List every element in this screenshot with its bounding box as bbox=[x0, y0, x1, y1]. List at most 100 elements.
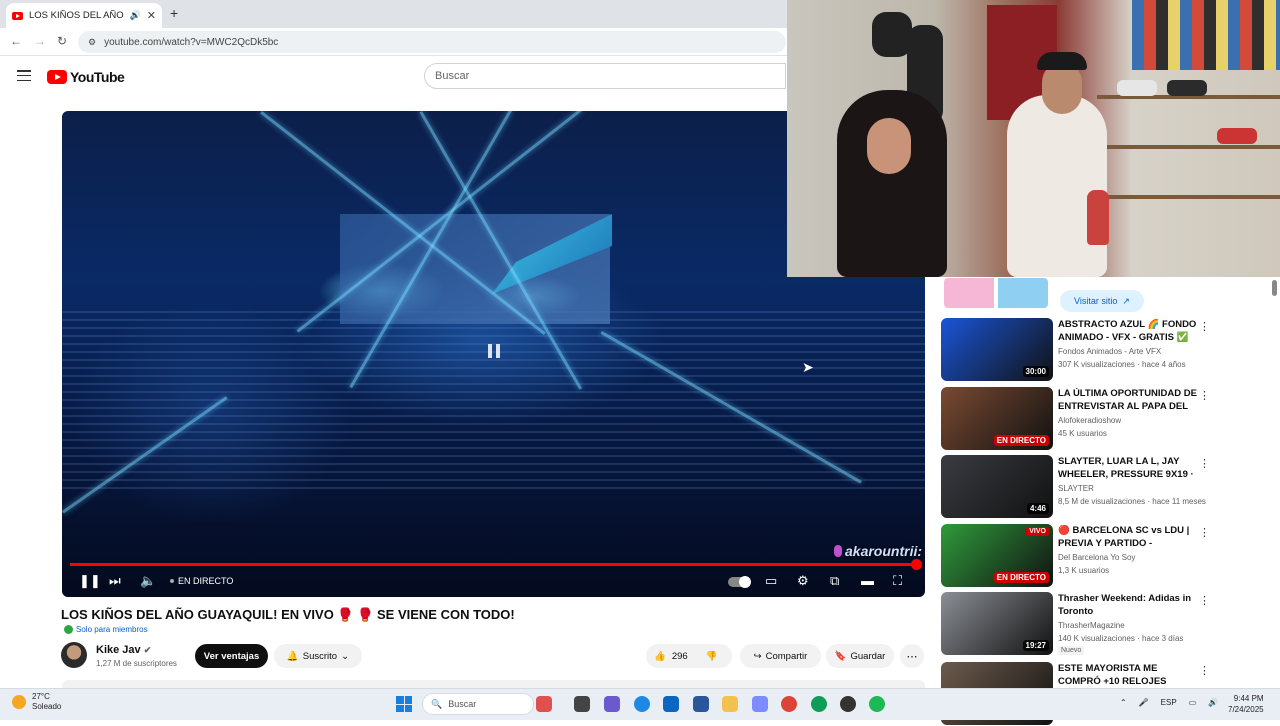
recommendation-title[interactable]: ABSTRACTO AZUL 🌈 FONDO ANIMADO - VFX - G… bbox=[1058, 319, 1198, 345]
recommendation-item[interactable]: EN DIRECTO VIVO 🔴 BARCELONA SC vs LDU | PR… bbox=[941, 524, 1251, 588]
recommendation-channel[interactable]: Fondos Animados - Arte VFX bbox=[1058, 347, 1161, 356]
recommendation-thumbnail[interactable]: 4:46 bbox=[941, 455, 1053, 518]
live-indicator[interactable]: EN DIRECTO bbox=[170, 576, 233, 586]
recommendation-thumbnail[interactable]: 19:27 bbox=[941, 592, 1053, 655]
center-pause-icon[interactable] bbox=[488, 344, 504, 358]
taskbar-search[interactable]: 🔍 Buscar bbox=[422, 693, 534, 715]
language-indicator[interactable]: ESP bbox=[1161, 698, 1177, 707]
system-tray: ⌃ 🎤 ESP ▭ 🔊 bbox=[1120, 698, 1218, 707]
channel-name[interactable]: Kike Jav ✔ bbox=[96, 644, 151, 656]
back-icon[interactable]: ← bbox=[10, 34, 22, 48]
like-icon[interactable]: 👍 bbox=[654, 651, 666, 662]
sidebar-scrollbar[interactable] bbox=[1272, 278, 1278, 688]
taskbar-clock[interactable]: 9:44 PM 7/24/2025 bbox=[1228, 693, 1264, 715]
recommendation-thumbnail[interactable]: EN DIRECTO VIVO bbox=[941, 524, 1053, 587]
duration-badge: 30:00 bbox=[1022, 366, 1049, 377]
red-bottle bbox=[1087, 190, 1109, 245]
app-icon[interactable] bbox=[752, 696, 768, 712]
url-field[interactable]: ⚙ youtube.com/watch?v=MWC2QcDk5bc bbox=[78, 31, 786, 53]
new-tab-icon[interactable]: + bbox=[170, 5, 178, 21]
recommendation-thumbnail[interactable]: 30:00 bbox=[941, 318, 1053, 381]
more-options-icon[interactable]: ⋮ bbox=[1199, 526, 1210, 539]
copilot-icon[interactable] bbox=[604, 696, 620, 712]
recommendation-title[interactable]: ESTE MAYORISTA ME COMPRÓ +10 RELOJES bbox=[1058, 663, 1198, 688]
recommendation-channel[interactable]: ThrasherMagazine bbox=[1058, 621, 1125, 630]
recommendation-item[interactable]: 30:00 ABSTRACTO AZUL 🌈 FONDO ANIMADO - VF… bbox=[941, 318, 1251, 382]
store-icon[interactable] bbox=[693, 696, 709, 712]
subscribed-button[interactable]: 🔔 Suscrito ⌄ bbox=[274, 644, 362, 668]
recommendation-title[interactable]: 🔴 BARCELONA SC vs LDU | PREVIA Y PARTIDO… bbox=[1058, 525, 1198, 551]
close-tab-icon[interactable]: ✕ bbox=[147, 9, 156, 22]
site-info-icon[interactable]: ⚙ bbox=[88, 37, 96, 48]
ad-thumbnail[interactable] bbox=[944, 278, 1048, 308]
forward-icon[interactable]: → bbox=[34, 34, 46, 48]
channel-avatar[interactable] bbox=[61, 642, 87, 668]
external-link-icon: ↗ bbox=[1122, 295, 1130, 306]
scrollbar-thumb[interactable] bbox=[1272, 280, 1277, 296]
settings-gear-icon[interactable]: ⚙ bbox=[797, 573, 809, 589]
like-count[interactable]: 296 bbox=[672, 651, 688, 662]
mic-tray-icon[interactable]: 🎤 bbox=[1139, 698, 1149, 707]
description-box[interactable] bbox=[62, 680, 925, 688]
chrome-profile-icon[interactable] bbox=[811, 696, 827, 712]
more-options-icon[interactable]: ⋮ bbox=[1199, 664, 1210, 677]
recommendation-channel[interactable]: Del Barcelona Yo Soy bbox=[1058, 553, 1135, 562]
visit-site-button[interactable]: Visitar sitio ↗ bbox=[1060, 290, 1144, 312]
recommendation-title[interactable]: Thrasher Weekend: Adidas in Toronto bbox=[1058, 593, 1198, 618]
windows-start-icon[interactable] bbox=[396, 696, 412, 712]
shoe-shelf bbox=[1097, 195, 1280, 199]
recommendation-item[interactable]: 19:27 Thrasher Weekend: Adidas in Toronto… bbox=[941, 592, 1251, 656]
network-icon[interactable]: ▭ bbox=[1189, 698, 1197, 707]
recommendation-meta: 307 K visualizaciones · hace 4 años bbox=[1058, 360, 1186, 369]
dislike-icon[interactable]: 👎 bbox=[706, 651, 718, 662]
recommendation-channel[interactable]: Alofokeradioshow bbox=[1058, 416, 1121, 425]
edge-icon[interactable] bbox=[634, 696, 650, 712]
widgets-icon[interactable] bbox=[536, 696, 552, 712]
share-icon: ↪ bbox=[753, 650, 762, 662]
weather-widget[interactable]: 27°C Soleado bbox=[12, 692, 61, 712]
chevron-up-icon[interactable]: ⌃ bbox=[1120, 698, 1127, 707]
stage-screen bbox=[340, 214, 610, 324]
fullscreen-icon[interactable]: ⛶ bbox=[893, 573, 902, 589]
more-options-icon[interactable]: ⋮ bbox=[1199, 457, 1210, 470]
temperature: 27°C bbox=[32, 692, 50, 701]
volume-icon[interactable]: 🔈 bbox=[140, 573, 156, 589]
miniplayer-icon[interactable]: ⧉ bbox=[830, 573, 839, 589]
youtube-logo[interactable]: YouTube bbox=[47, 69, 125, 85]
recommendation-channel[interactable]: SLAYTER bbox=[1058, 484, 1094, 493]
speaker-icon[interactable]: 🔊 bbox=[130, 10, 141, 21]
pause-icon[interactable]: ❚❚ bbox=[79, 573, 101, 589]
more-options-icon[interactable]: ⋮ bbox=[1199, 594, 1210, 607]
reload-icon[interactable]: ↻ bbox=[57, 34, 67, 48]
recommendation-meta: 140 K visualizaciones · hace 3 días bbox=[1058, 634, 1184, 643]
url-text: youtube.com/watch?v=MWC2QcDk5bc bbox=[104, 36, 279, 48]
chrome-icon[interactable] bbox=[781, 696, 797, 712]
more-options-icon[interactable]: ⋮ bbox=[1199, 320, 1210, 333]
search-input[interactable]: Buscar bbox=[424, 63, 786, 89]
recommendation-title[interactable]: SLAYTER, LUAR LA L, JAY WHEELER, PRESSUR… bbox=[1058, 456, 1198, 482]
more-options-icon[interactable]: ⋮ bbox=[1199, 389, 1210, 402]
app-icon-dark[interactable] bbox=[840, 696, 856, 712]
task-view-icon[interactable] bbox=[574, 696, 590, 712]
menu-icon[interactable] bbox=[17, 70, 31, 81]
share-button[interactable]: ↪ Compartir bbox=[740, 644, 821, 668]
progress-bar[interactable] bbox=[70, 559, 922, 570]
volume-tray-icon[interactable]: 🔊 bbox=[1208, 698, 1218, 707]
more-actions-icon[interactable]: ⋯ bbox=[900, 644, 924, 668]
spotify-icon[interactable] bbox=[869, 696, 885, 712]
next-icon[interactable]: ⏭ bbox=[109, 573, 121, 589]
outlook-icon[interactable] bbox=[663, 696, 679, 712]
recommendation-item[interactable]: 4:46 SLAYTER, LUAR LA L, JAY WHEELER, PRE… bbox=[941, 455, 1251, 519]
ver-ventajas-button[interactable]: Ver ventajas bbox=[195, 644, 268, 668]
recommendation-item[interactable]: EN DIRECTO LA ÚLTIMA OPORTUNIDAD DE ENTRE… bbox=[941, 387, 1251, 451]
captions-icon[interactable]: ▭ bbox=[765, 573, 777, 589]
autoplay-toggle[interactable] bbox=[728, 576, 751, 588]
save-button[interactable]: 🔖 Guardar bbox=[826, 644, 894, 668]
recommendation-thumbnail[interactable]: EN DIRECTO bbox=[941, 387, 1053, 450]
sneaker bbox=[1117, 80, 1157, 96]
player-controls: ❚❚ ⏭ 🔈 EN DIRECTO ▭ ⚙ ⧉ ▬ ⛶ bbox=[62, 569, 925, 597]
browser-tab[interactable]: LOS KIÑOS DEL AÑO GUAYAQUIL 🔊 ✕ bbox=[6, 3, 162, 28]
recommendation-title[interactable]: LA ÚLTIMA OPORTUNIDAD DE ENTREVISTAR AL … bbox=[1058, 388, 1198, 414]
file-explorer-icon[interactable] bbox=[722, 696, 738, 712]
theater-mode-icon[interactable]: ▬ bbox=[861, 573, 874, 588]
